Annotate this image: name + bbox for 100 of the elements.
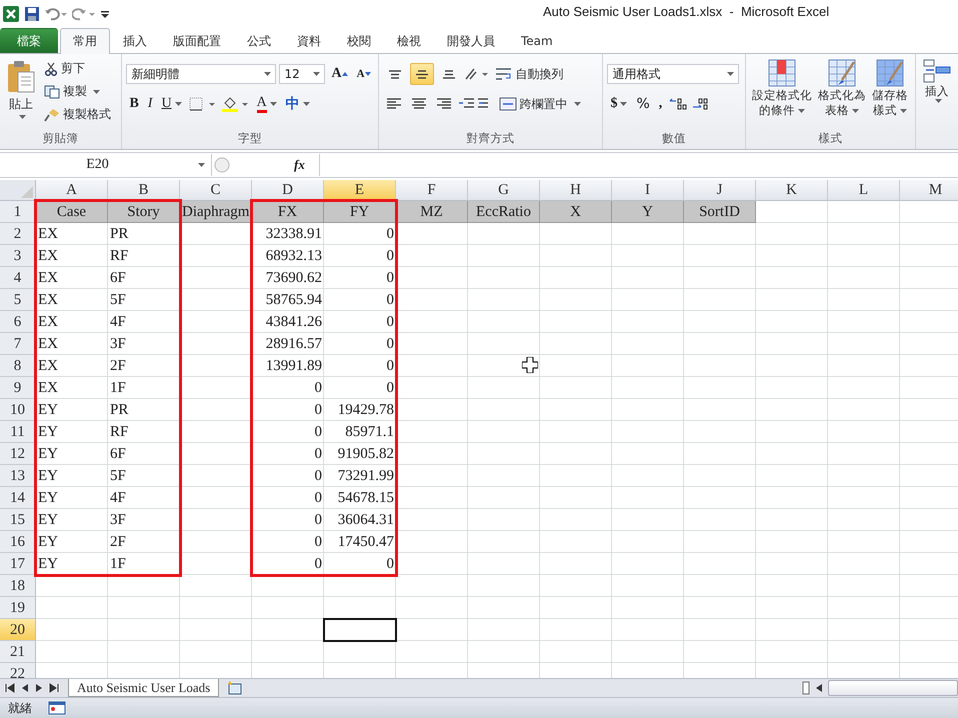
ribbon-tab[interactable]: 檢視	[384, 28, 434, 53]
group-label: 樣式	[818, 131, 842, 147]
next-sheet-icon[interactable]	[34, 682, 44, 694]
style-button[interactable]: 格式化為 表格	[816, 58, 868, 131]
file-tab[interactable]: 檔案	[0, 28, 58, 53]
row-header[interactable]: 12	[0, 443, 36, 465]
vertical-align-button[interactable]	[410, 63, 434, 85]
row-header[interactable]: 13	[0, 465, 36, 487]
name-box[interactable]: E20	[0, 154, 212, 176]
merge-center-button[interactable]: 跨欄置中	[496, 94, 583, 114]
ribbon-tab[interactable]: 開發人員	[434, 28, 508, 53]
row-header[interactable]: 21	[0, 641, 36, 663]
macro-record-icon[interactable]	[48, 701, 66, 715]
row-header[interactable]: 18	[0, 575, 36, 597]
caret-icon	[19, 115, 26, 119]
row-header[interactable]: 20	[0, 619, 36, 641]
sheet-tab[interactable]: Auto Seismic User Loads	[68, 679, 220, 697]
ribbon-tab[interactable]: 公式	[234, 28, 284, 53]
column-header[interactable]: G	[468, 180, 540, 201]
column-header[interactable]: C	[180, 180, 252, 201]
row-header[interactable]: 9	[0, 377, 36, 399]
row-header[interactable]: 11	[0, 421, 36, 443]
insert-function-button[interactable]: fx	[294, 157, 305, 173]
table-cell-text: 0	[314, 511, 323, 530]
excel-logo-icon[interactable]	[2, 4, 20, 22]
table-cell-text: 0	[386, 225, 395, 244]
wrap-text-button[interactable]: 自動換列	[492, 64, 566, 84]
ribbon-tab[interactable]: Team	[508, 28, 566, 53]
row-header[interactable]: 22	[0, 663, 36, 678]
paste-button[interactable]: 貼上	[4, 58, 38, 131]
row-header[interactable]: 2	[0, 223, 36, 245]
cut-button[interactable]: 剪下	[42, 58, 113, 79]
style-button[interactable]: 儲存格 樣式	[870, 58, 910, 131]
ribbon-tab[interactable]: 校閱	[334, 28, 384, 53]
expand-handle-icon[interactable]	[212, 155, 230, 175]
ribbon-tab[interactable]: 常用	[60, 28, 110, 54]
column-header[interactable]: K	[756, 180, 828, 201]
undo-icon[interactable]	[44, 6, 68, 20]
row-header[interactable]: 7	[0, 333, 36, 355]
table-cell-text: RF	[109, 423, 130, 442]
row-header[interactable]: 14	[0, 487, 36, 509]
row-header[interactable]: 10	[0, 399, 36, 421]
ribbon-tab[interactable]: 插入	[110, 28, 160, 53]
ribbon-tab[interactable]: 資料	[284, 28, 334, 53]
number-format-field[interactable]: 通用格式	[607, 64, 740, 84]
column-header[interactable]: F	[396, 180, 468, 201]
currency-button[interactable]: $	[607, 93, 630, 115]
row-header[interactable]: 3	[0, 245, 36, 267]
copy-button[interactable]: 複製	[42, 81, 113, 102]
split-handle-icon[interactable]	[802, 681, 810, 695]
row-header[interactable]: 17	[0, 553, 36, 575]
first-sheet-icon[interactable]	[4, 682, 16, 694]
ribbon-tab[interactable]: 版面配置	[160, 28, 234, 53]
caret-icon	[270, 102, 277, 106]
borders-icon[interactable]	[188, 96, 218, 112]
table-cell-text: EX	[37, 357, 59, 376]
font-size-field[interactable]: 12	[279, 64, 326, 84]
underline-button[interactable]: U	[158, 93, 185, 115]
font-color-button[interactable]: A	[254, 93, 280, 115]
row-header[interactable]: 5	[0, 289, 36, 311]
column-header[interactable]: I	[612, 180, 684, 201]
header-cell: EccRatio	[468, 201, 540, 223]
table-cell-text: EY	[37, 423, 59, 442]
italic-button[interactable]: I	[144, 93, 156, 115]
format-painter-button[interactable]: 複製格式	[42, 104, 113, 125]
increase-decimal-icon[interactable]	[668, 97, 688, 111]
row-header[interactable]: 19	[0, 597, 36, 619]
column-header[interactable]: E	[324, 180, 396, 201]
column-header[interactable]: D	[252, 180, 324, 201]
grow-font-button[interactable]: A	[328, 63, 351, 85]
column-header[interactable]: L	[828, 180, 900, 201]
phonetic-guide-button[interactable]: 中	[282, 93, 313, 115]
table-cell-text: EY	[37, 511, 59, 530]
column-header[interactable]: M	[900, 180, 958, 201]
text-orientation-icon[interactable]	[464, 67, 490, 81]
previous-sheet-icon[interactable]	[20, 682, 30, 694]
column-header[interactable]: B	[108, 180, 180, 201]
table-cell-text: 85971.1	[344, 423, 395, 442]
row-header[interactable]: 15	[0, 509, 36, 531]
scroll-left-icon[interactable]	[814, 682, 824, 694]
style-button[interactable]: 設定格式化 的條件	[750, 58, 814, 131]
row-header[interactable]: 8	[0, 355, 36, 377]
row-header[interactable]: 6	[0, 311, 36, 333]
column-header[interactable]: J	[684, 180, 756, 201]
font-name-field[interactable]: 新細明體	[126, 64, 276, 84]
percent-button[interactable]: %	[633, 93, 653, 115]
save-icon[interactable]	[24, 6, 40, 22]
fill-color-icon[interactable]	[220, 95, 251, 113]
comma-button[interactable]: ,	[656, 93, 666, 115]
scroll-bar[interactable]	[828, 680, 958, 696]
column-header[interactable]: A	[36, 180, 108, 201]
shrink-font-button[interactable]: A	[354, 63, 374, 85]
column-header[interactable]: H	[540, 180, 612, 201]
row-header[interactable]: 16	[0, 531, 36, 553]
last-sheet-icon[interactable]	[48, 682, 60, 694]
active-cell[interactable]	[323, 618, 397, 642]
row-header[interactable]: 4	[0, 267, 36, 289]
insert-cells-button[interactable]: 插入	[920, 58, 954, 149]
row-header[interactable]: 1	[0, 201, 36, 223]
bold-button[interactable]: B	[126, 93, 142, 115]
